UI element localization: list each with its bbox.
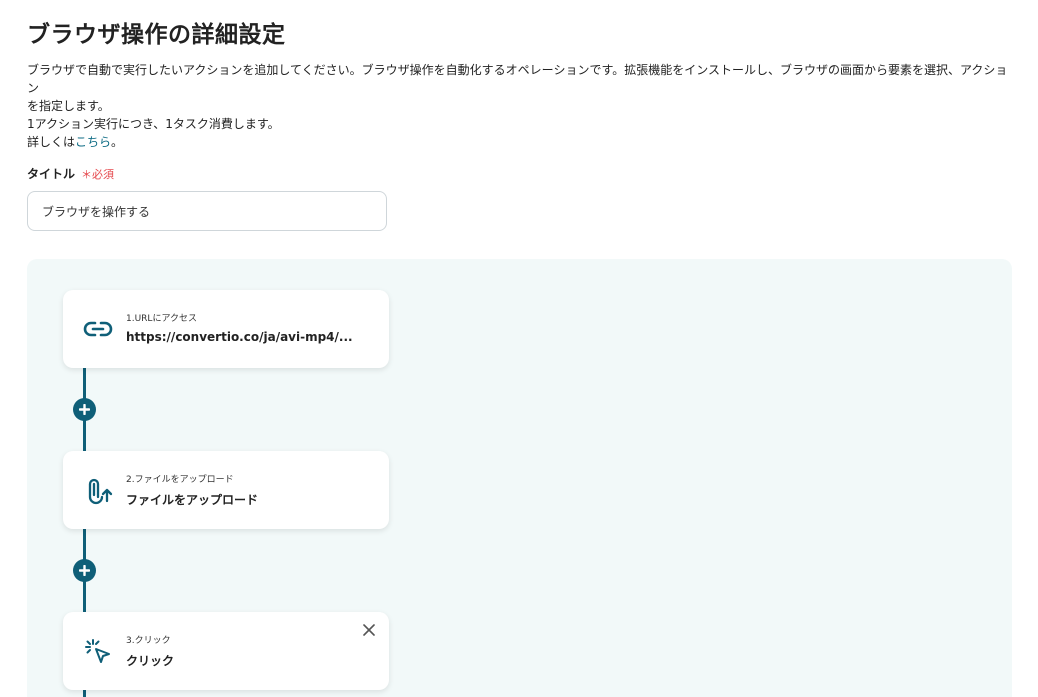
plus-icon bbox=[79, 404, 90, 415]
description-text: 詳しくは bbox=[27, 135, 76, 149]
description-line: 詳しくはこちら。 bbox=[27, 133, 1017, 151]
plus-icon bbox=[79, 565, 90, 576]
step-label: ファイルをアップロード bbox=[126, 493, 259, 507]
paperclip-upload-icon bbox=[81, 473, 115, 507]
step-card-url-access[interactable]: 1.URLにアクセス https://convertio.co/ja/avi-m… bbox=[63, 290, 389, 368]
step-subtitle: 3.クリック bbox=[126, 636, 171, 646]
description-line: を指定します。 bbox=[27, 99, 110, 113]
title-label-text: タイトル bbox=[27, 167, 76, 181]
link-icon bbox=[81, 312, 115, 346]
step-subtitle: 2.ファイルをアップロード bbox=[126, 475, 234, 485]
description-text: 。 bbox=[111, 135, 124, 149]
cursor-click-icon bbox=[81, 634, 115, 668]
step-label: クリック bbox=[126, 654, 175, 668]
description-line: ブラウザで自動で実行したいアクションを追加してください。ブラウザ操作を自動化する… bbox=[27, 63, 1008, 95]
step-label: https://convertio.co/ja/avi-mp4/... bbox=[126, 330, 353, 344]
add-step-button[interactable] bbox=[73, 398, 96, 421]
add-step-button[interactable] bbox=[73, 559, 96, 582]
title-input[interactable] bbox=[27, 191, 387, 231]
page-title: ブラウザ操作の詳細設定 bbox=[27, 22, 286, 48]
step-card-click[interactable]: 3.クリック クリック bbox=[63, 612, 389, 690]
close-icon[interactable] bbox=[361, 622, 377, 638]
description-line: 1アクション実行につき、1タスク消費します。 bbox=[27, 117, 280, 131]
step-card-file-upload[interactable]: 2.ファイルをアップロード ファイルをアップロード bbox=[63, 451, 389, 529]
details-link[interactable]: こちら bbox=[75, 135, 111, 149]
title-field-label: タイトル ＊必須 bbox=[27, 165, 114, 182]
required-badge: ＊必須 bbox=[81, 167, 115, 181]
step-subtitle: 1.URLにアクセス bbox=[126, 314, 197, 324]
flow-connector bbox=[83, 689, 86, 697]
description: ブラウザで自動で実行したいアクションを追加してください。ブラウザ操作を自動化する… bbox=[27, 61, 1017, 151]
